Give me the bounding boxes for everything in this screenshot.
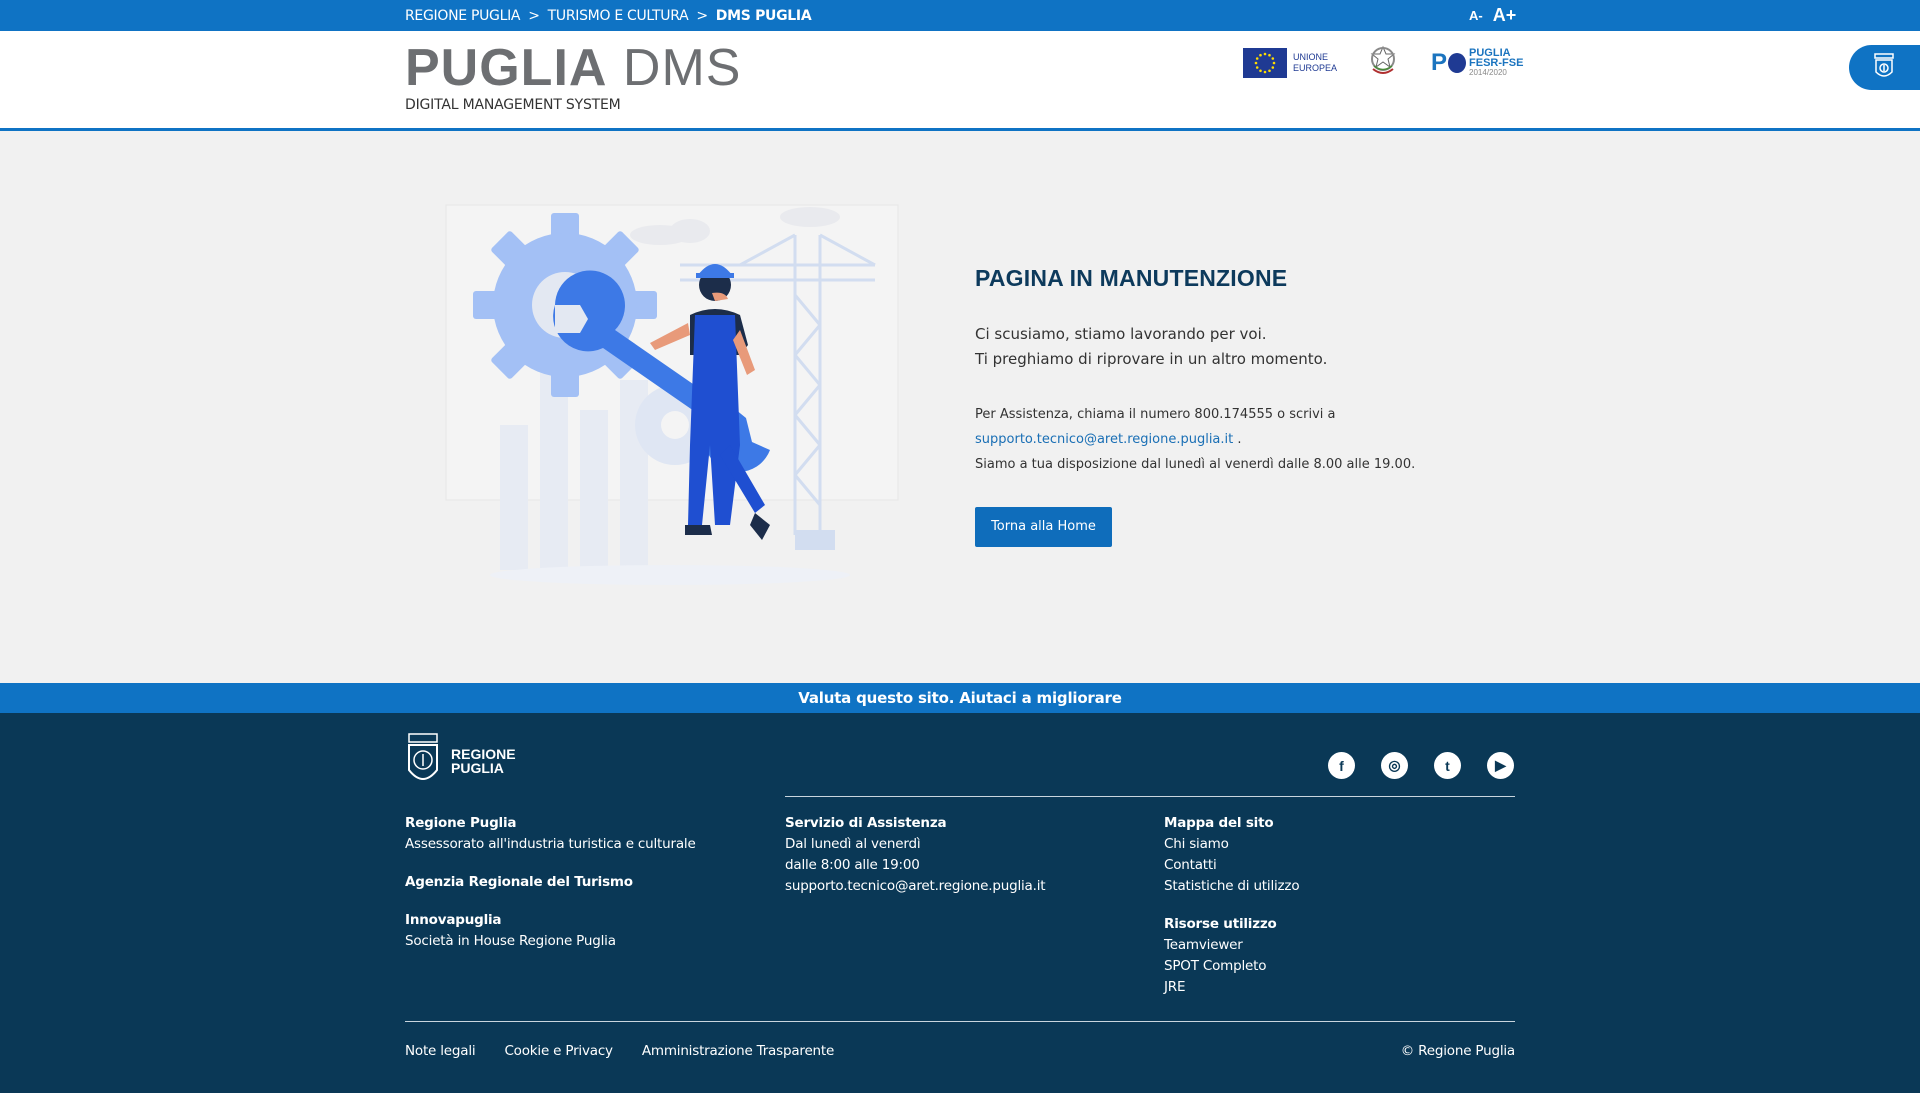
- footer-text: dalle 8:00 alle 19:00: [785, 857, 920, 873]
- partner-logos: UNIONE EUROPEA P PUGLIA FESR-FSE 2014/20…: [1243, 45, 1523, 81]
- breadcrumb-separator: >: [696, 7, 708, 24]
- breadcrumb-current: DMS PUGLIA: [715, 7, 812, 24]
- eu-logo: UNIONE EUROPEA: [1243, 48, 1337, 78]
- brand-logo-link[interactable]: PUGLIA DMS DIGITAL MANAGEMENT SYSTEM: [405, 41, 741, 113]
- footer-heading: Risorse utilizzo: [1164, 916, 1277, 932]
- footer-link-amministrazione-trasparente[interactable]: Amministrazione Trasparente: [642, 1043, 834, 1059]
- instagram-icon[interactable]: ◎: [1381, 752, 1408, 779]
- rate-site-banner[interactable]: Valuta questo sito. Aiutaci a migliorare: [0, 683, 1920, 713]
- support-email-link[interactable]: supporto.tecnico@aret.regione.puglia.it: [975, 432, 1233, 447]
- footer-heading: Innovapuglia: [405, 912, 502, 928]
- assistance-hours-text: Siamo a tua disposizione dal lunedì al v…: [975, 457, 1416, 472]
- footer-text: Società in House Regione Puglia: [405, 933, 616, 949]
- footer-link-cookie-privacy[interactable]: Cookie e Privacy: [504, 1043, 613, 1059]
- footer-divider: [405, 1021, 1515, 1022]
- site-header: PUGLIA DMS DIGITAL MANAGEMENT SYSTEM UNI…: [0, 31, 1920, 131]
- maintenance-content: PAGINA IN MANUTENZIONE Ci scusiamo, stia…: [975, 265, 1535, 547]
- twitter-icon[interactable]: t: [1434, 752, 1461, 779]
- assistance-info: Per Assistenza, chiama il numero 800.174…: [975, 402, 1535, 477]
- brand-title: PUGLIA DMS: [405, 39, 742, 97]
- breadcrumb-turismo-cultura[interactable]: TURISMO E CULTURA: [548, 8, 689, 24]
- breadcrumb: REGIONE PUGLIA > TURISMO E CULTURA > DMS…: [405, 0, 812, 31]
- footer-divider: [785, 796, 1515, 797]
- eu-flag-icon: [1243, 48, 1287, 78]
- font-size-controls: A- A+: [1469, 0, 1516, 31]
- regione-puglia-crest-icon: [408, 733, 438, 780]
- puglia-fesr-dot-icon: [1448, 53, 1467, 73]
- footer-legal-links: Note legali Cookie e Privacy Amministraz…: [405, 1043, 834, 1059]
- footer-link-contatti[interactable]: Contatti: [1164, 857, 1217, 873]
- italian-republic-emblem-icon: [1369, 45, 1397, 81]
- font-increase-button[interactable]: A+: [1493, 5, 1517, 26]
- footer-heading: Agenzia Regionale del Turismo: [405, 874, 633, 890]
- footer-link-teamviewer[interactable]: Teamviewer: [1164, 937, 1243, 953]
- font-decrease-button[interactable]: A-: [1469, 8, 1483, 23]
- maintenance-message: Ci scusiamo, stiamo lavorando per voi. T…: [975, 325, 1328, 368]
- regione-puglia-logo[interactable]: REGIONE PUGLIA: [405, 732, 516, 790]
- footer-heading: Regione Puglia: [405, 815, 517, 831]
- facebook-icon[interactable]: f: [1328, 752, 1355, 779]
- breadcrumb-regione-puglia[interactable]: REGIONE PUGLIA: [405, 8, 520, 24]
- brand-subtitle: DIGITAL MANAGEMENT SYSTEM: [405, 97, 621, 113]
- footer-heading: Servizio di Assistenza: [785, 815, 947, 831]
- footer-link-statistiche[interactable]: Statistiche di utilizzo: [1164, 878, 1300, 894]
- site-footer: REGIONE PUGLIA f ◎ t ▶ Regione Puglia As…: [0, 713, 1920, 1093]
- copyright-text: © Regione Puglia: [1400, 1043, 1515, 1059]
- youtube-icon[interactable]: ▶: [1487, 752, 1514, 779]
- social-links: f ◎ t ▶: [1328, 752, 1514, 779]
- maintenance-illustration: [440, 195, 910, 605]
- footer-link-chi-siamo[interactable]: Chi siamo: [1164, 836, 1229, 852]
- accessibility-button[interactable]: [1849, 45, 1920, 90]
- assistance-phone-text: Per Assistenza, chiama il numero 800.174…: [975, 407, 1336, 422]
- footer-column-sitemap: Mappa del sito Chi siamo Contatti Statis…: [1164, 813, 1300, 1015]
- footer-text: Assessorato all'industria turistica e cu…: [405, 836, 696, 852]
- puglia-fesr-logo: P PUGLIA FESR-FSE 2014/2020: [1431, 47, 1524, 78]
- eu-logo-text: UNIONE EUROPEA: [1293, 52, 1338, 73]
- footer-link-spot-completo[interactable]: SPOT Completo: [1164, 958, 1266, 974]
- top-bar: REGIONE PUGLIA > TURISMO E CULTURA > DMS…: [0, 0, 1920, 31]
- footer-heading: Mappa del sito: [1164, 815, 1274, 831]
- footer-column-assistance: Servizio di Assistenza Dal lunedì al ven…: [785, 813, 1046, 897]
- footer-link-jre[interactable]: JRE: [1164, 979, 1185, 995]
- page-title: PAGINA IN MANUTENZIONE: [975, 265, 1288, 291]
- breadcrumb-separator: >: [528, 7, 540, 24]
- accessibility-icon: [1874, 53, 1894, 77]
- footer-text: Dal lunedì al venerdì: [785, 836, 921, 852]
- footer-support-email-link[interactable]: supporto.tecnico@aret.regione.puglia.it: [785, 878, 1046, 894]
- back-home-button[interactable]: Torna alla Home: [975, 507, 1112, 547]
- footer-link-note-legali[interactable]: Note legali: [405, 1043, 476, 1059]
- footer-column-organizations: Regione Puglia Assessorato all'industria…: [405, 813, 696, 969]
